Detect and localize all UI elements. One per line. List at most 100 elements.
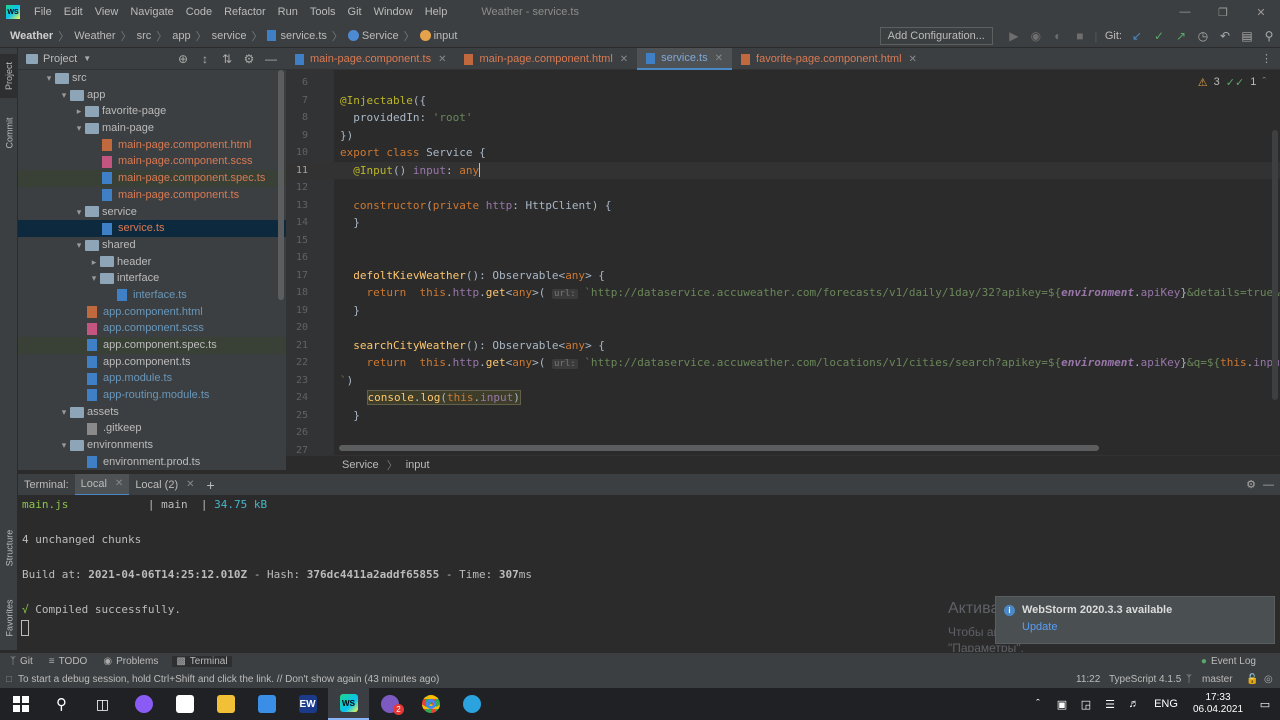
layout-icon[interactable]: ▤ (1236, 29, 1258, 43)
status-message[interactable]: To start a debug session, hold Ctrl+Shif… (18, 674, 439, 685)
tree-folder[interactable]: ▾ environments (18, 437, 286, 454)
breadcrumb-file[interactable]: service.ts (280, 30, 326, 42)
tree-file[interactable]: app.component.ts (18, 354, 286, 371)
tray-app-icon[interactable]: ▣ (1050, 698, 1074, 711)
telegram-icon[interactable] (451, 688, 492, 720)
tree-file[interactable]: interface.ts (18, 287, 286, 304)
rollback-icon[interactable]: ↶ (1214, 29, 1236, 43)
tree-folder[interactable]: ▾ shared (18, 237, 286, 254)
tree-file[interactable]: environment.prod.ts (18, 454, 286, 471)
terminal-tab-local[interactable]: Local ✕ (74, 473, 130, 496)
tree-file[interactable]: app.component.scss (18, 320, 286, 337)
add-terminal-icon[interactable]: + (201, 474, 221, 496)
language-service[interactable]: TypeScript 4.1.5 (1109, 674, 1181, 685)
breadcrumb-service[interactable]: service (212, 30, 247, 42)
history-icon[interactable]: ◷ (1192, 29, 1214, 43)
code-line[interactable]: 26 (286, 424, 1280, 442)
terminal-tab-local-2[interactable]: Local (2) ✕ (129, 474, 200, 496)
code-line[interactable]: 6 (286, 74, 1280, 92)
tree-file[interactable]: service.ts (18, 220, 286, 237)
tree-file[interactable]: main-page.component.spec.ts (18, 170, 286, 187)
tree-folder[interactable]: ▾ service (18, 204, 286, 221)
gear-icon[interactable]: ⚙ (1246, 478, 1256, 491)
tree-file[interactable]: app-routing.module.ts (18, 387, 286, 404)
tree-file[interactable]: .gitkeep (18, 420, 286, 437)
git-commit-icon[interactable]: ✓ (1148, 29, 1170, 43)
tray-network-app-icon[interactable]: ◲ (1074, 698, 1098, 711)
minimize-icon[interactable]: — (1166, 0, 1204, 24)
close-icon[interactable]: ✕ (438, 54, 446, 65)
chevron-down-icon[interactable]: ▼ (83, 54, 91, 63)
code-line[interactable]: 8 providedIn: 'root' (286, 109, 1280, 127)
tab-main-page-html[interactable]: main-page.component.html ✕ (455, 48, 637, 70)
menu-tools[interactable]: Tools (304, 0, 342, 24)
volume-icon[interactable]: ♬ (1122, 698, 1146, 710)
code-line[interactable]: 23 `) (286, 372, 1280, 390)
caret-position[interactable]: 11:22 (1076, 674, 1100, 685)
menu-window[interactable]: Window (368, 0, 419, 24)
clock[interactable]: 17:33 06.04.2021 (1186, 692, 1250, 716)
windows-start-icon[interactable] (0, 688, 41, 720)
chevron-right-icon[interactable]: ▸ (73, 103, 85, 120)
event-log-button[interactable]: ● Event Log (1201, 656, 1256, 667)
menu-git[interactable]: Git (342, 0, 368, 24)
chevron-down-icon[interactable]: ▾ (73, 204, 85, 221)
coverage-icon[interactable]: ◐ (1047, 29, 1069, 43)
tree-folder[interactable]: ▸ header (18, 254, 286, 271)
menu-file[interactable]: File (28, 0, 58, 24)
menu-view[interactable]: View (89, 0, 125, 24)
code-line[interactable]: 25 } (286, 407, 1280, 425)
tool-git[interactable]: ᛉ Git (10, 656, 33, 667)
code-line[interactable]: 21 searchCityWeather(): Observable<any> … (286, 337, 1280, 355)
tree-file[interactable]: main-page.component.scss (18, 153, 286, 170)
breadcrumb-src[interactable]: src (137, 30, 152, 42)
viber-icon[interactable]: 2 (369, 688, 410, 720)
tree-folder[interactable]: ▸ favorite-page (18, 103, 286, 120)
update-notification[interactable]: i WebStorm 2020.3.3 available Update (995, 596, 1275, 644)
code-line[interactable]: 7 @Injectable({ (286, 92, 1280, 110)
editor-h-scrollbar[interactable] (339, 445, 1099, 451)
lock-icon[interactable]: 🔓 (1246, 674, 1258, 685)
hide-icon[interactable]: — (260, 52, 282, 66)
tree-file[interactable]: main-page.component.html (18, 137, 286, 154)
git-push-icon[interactable]: ↗ (1170, 29, 1192, 43)
explorer-icon[interactable] (205, 688, 246, 720)
tool-todo[interactable]: ≡ TODO (49, 656, 88, 667)
add-configuration-button[interactable]: Add Configuration... (879, 27, 993, 45)
update-link[interactable]: Update (1022, 621, 1057, 633)
store-icon[interactable] (164, 688, 205, 720)
code-editor[interactable]: ⚠ 3 ✓✓ 1 ˆ 6 7 @Injectable({8 providedIn: … (286, 70, 1280, 455)
webstorm-taskbar-icon[interactable]: WS (328, 688, 369, 720)
git-branch[interactable]: master (1202, 674, 1233, 685)
chevron-down-icon[interactable]: ▾ (43, 70, 55, 87)
cortana-icon[interactable] (123, 688, 164, 720)
input-language[interactable]: ENG (1146, 698, 1186, 710)
mail-icon[interactable] (246, 688, 287, 720)
tab-favorite-page-html[interactable]: favorite-page.component.html ✕ (732, 48, 926, 70)
tray-chevron-icon[interactable]: ˆ (1026, 698, 1050, 710)
tab-main-page-ts[interactable]: main-page.component.ts ✕ (286, 48, 455, 70)
ew-app-icon[interactable]: EW (287, 688, 328, 720)
breadcrumb-class[interactable]: Service (362, 30, 399, 42)
locate-icon[interactable]: ⊕ (172, 52, 194, 66)
code-line[interactable]: 14 } (286, 214, 1280, 232)
code-line[interactable]: 11 @Input() input: any (286, 161, 1280, 179)
git-update-icon[interactable]: ↙ (1126, 29, 1148, 43)
menu-code[interactable]: Code (180, 0, 218, 24)
code-line[interactable]: 17 defoltKievWeather(): Observable<any> … (286, 267, 1280, 285)
code-line[interactable]: 15 (286, 232, 1280, 250)
breadcrumb-weather[interactable]: Weather (74, 30, 115, 42)
tree-folder[interactable]: ▾ main-page (18, 120, 286, 137)
search-icon[interactable]: ⚲ (41, 688, 82, 720)
code-crumb-field[interactable]: input (406, 459, 430, 471)
close-icon[interactable]: ✕ (909, 54, 917, 65)
breadcrumb-app[interactable]: app (172, 30, 190, 42)
code-line[interactable]: 20 (286, 319, 1280, 337)
chevron-right-icon[interactable]: ▸ (88, 254, 100, 271)
breadcrumb-field[interactable]: input (434, 30, 458, 42)
chevron-down-icon[interactable]: ▾ (73, 237, 85, 254)
task-view-icon[interactable]: ◫ (82, 688, 123, 720)
tree-file[interactable]: main-page.component.ts (18, 187, 286, 204)
chevron-down-icon[interactable]: ▾ (58, 404, 70, 421)
more-icon[interactable]: ⋮ (1261, 52, 1272, 65)
